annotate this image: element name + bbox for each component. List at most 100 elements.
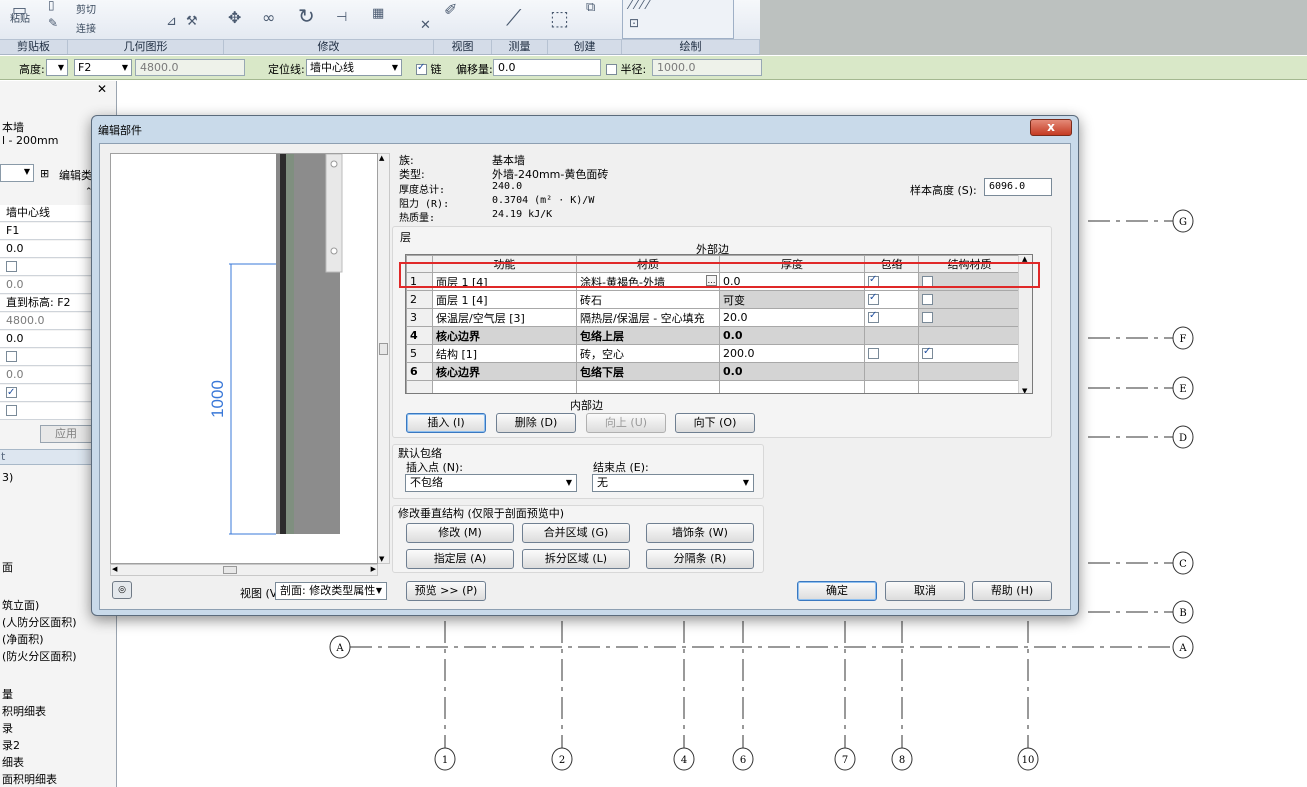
- layer-wraps-cell[interactable]: [864, 344, 919, 363]
- browser-item[interactable]: 3): [2, 471, 13, 484]
- copy-element-icon[interactable]: ∞: [262, 8, 275, 27]
- table-row[interactable]: 1 面层 1 [4] 涂料-黄褐色-外墙 … 0.0: [406, 272, 1021, 291]
- offset-input[interactable]: 0.0: [493, 59, 601, 76]
- layer-structural-cell[interactable]: [918, 308, 1021, 327]
- radius-checkbox-wrap[interactable]: 半径:: [606, 61, 646, 77]
- prop-attached-bottom[interactable]: [0, 259, 92, 276]
- browser-item[interactable]: 录: [2, 720, 13, 736]
- browser-item[interactable]: 录2: [2, 737, 20, 753]
- scroll-left-icon[interactable]: ◀: [112, 565, 117, 573]
- move-up-button[interactable]: 向上 (U): [586, 413, 666, 433]
- browser-item[interactable]: (防火分区面积): [2, 648, 77, 664]
- browser-item[interactable]: (净面积): [2, 631, 44, 647]
- cope-icon[interactable]: ⊿: [166, 14, 177, 29]
- row-number[interactable]: 1: [406, 272, 433, 291]
- radius-checkbox[interactable]: [606, 64, 617, 75]
- insert-button[interactable]: 插入 (I): [406, 413, 486, 433]
- height-value-input[interactable]: 4800.0: [135, 59, 245, 76]
- layer-structural-cell[interactable]: [918, 272, 1021, 291]
- chain-checkbox-wrap[interactable]: 链: [416, 61, 442, 77]
- prop-top-extension[interactable]: 0.0: [0, 367, 92, 384]
- preview-nav-icon[interactable]: [330, 247, 338, 255]
- layer-material-cell[interactable]: 砖，空心: [576, 344, 720, 363]
- row-number[interactable]: 4: [406, 326, 433, 345]
- preview-vertical-scrollbar[interactable]: ▲ ▼: [378, 153, 390, 564]
- layer-material-cell[interactable]: 涂料-黄褐色-外墙…: [576, 272, 720, 291]
- attached-top-checkbox[interactable]: [6, 351, 17, 362]
- layer-structural-cell[interactable]: [918, 290, 1021, 309]
- wraps-checkbox[interactable]: [868, 292, 879, 305]
- chain-checkbox[interactable]: [416, 62, 427, 75]
- delete-element-icon[interactable]: ✕: [420, 18, 431, 33]
- layers-scrollbar[interactable]: ▲ ▼: [1018, 255, 1032, 393]
- related-mass-checkbox[interactable]: [6, 405, 17, 416]
- delete-button[interactable]: 删除 (D): [496, 413, 576, 433]
- height-mode-dropdown[interactable]: ▼: [46, 59, 68, 76]
- browser-item[interactable]: 量: [2, 686, 13, 702]
- wraps-checkbox[interactable]: [868, 274, 879, 287]
- browser-item[interactable]: (人防分区面积): [2, 614, 77, 630]
- prop-base-extension[interactable]: 0.0: [0, 277, 92, 294]
- reveals-button[interactable]: 分隔条 (R): [646, 549, 754, 569]
- ok-button[interactable]: 确定: [797, 581, 877, 601]
- radius-input[interactable]: 1000.0: [652, 59, 762, 76]
- row-number[interactable]: 6: [406, 362, 433, 381]
- join-label[interactable]: 连接: [76, 20, 96, 35]
- help-button[interactable]: 帮助 (H): [972, 581, 1052, 601]
- browser-item[interactable]: 面: [2, 559, 13, 575]
- insert-point-dropdown[interactable]: 不包络 ▼: [405, 474, 577, 492]
- scroll-thumb[interactable]: [223, 566, 237, 574]
- match-icon[interactable]: ✎: [48, 16, 58, 30]
- prop-location-line[interactable]: 墙中心线: [0, 205, 92, 222]
- prop-base-offset[interactable]: 0.0: [0, 241, 92, 258]
- scroll-down-icon[interactable]: ▼: [379, 555, 384, 563]
- layer-thickness-cell[interactable]: 0.0: [719, 362, 865, 381]
- browser-item[interactable]: 积明细表: [2, 703, 46, 719]
- structural-checkbox[interactable]: [922, 346, 933, 359]
- scroll-down-icon[interactable]: ▼: [1022, 387, 1027, 393]
- pick-lines-icon[interactable]: ⊡: [629, 16, 639, 30]
- merge-regions-button[interactable]: 合并区域 (G): [522, 523, 630, 543]
- apply-button[interactable]: 应用: [40, 425, 92, 443]
- browser-item[interactable]: 筑立面): [2, 597, 39, 613]
- view-dropdown[interactable]: 剖面: 修改类型属性 ▼: [275, 582, 387, 600]
- close-icon[interactable]: ✕: [97, 82, 107, 96]
- layer-thickness-cell[interactable]: 可变: [719, 290, 865, 309]
- trim-icon[interactable]: ⊣: [336, 10, 347, 25]
- dialog-close-button[interactable]: x: [1030, 119, 1072, 136]
- paste-label[interactable]: 粘贴: [10, 10, 30, 25]
- table-row[interactable]: 3 保温层/空气层 [3] 隔热层/保温层 - 空心填充 20.0: [406, 308, 1021, 327]
- scroll-thumb[interactable]: [379, 343, 388, 355]
- copy-icon[interactable]: ▯: [48, 0, 55, 12]
- structural-checkbox[interactable]: [922, 312, 933, 323]
- move-icon[interactable]: ✥: [228, 8, 241, 27]
- layer-function-cell[interactable]: 面层 1 [4]: [432, 272, 577, 291]
- layer-thickness-cell[interactable]: 200.0: [719, 344, 865, 363]
- layer-wraps-cell[interactable]: [864, 290, 919, 309]
- row-number[interactable]: 3: [406, 308, 433, 327]
- layer-thickness-cell[interactable]: 0.0: [719, 326, 865, 345]
- scroll-right-icon[interactable]: ▶: [371, 565, 376, 573]
- prop-related-mass[interactable]: [0, 403, 92, 420]
- layer-material-cell[interactable]: 隔热层/保温层 - 空心填充: [576, 308, 720, 327]
- table-row[interactable]: 5 结构 [1] 砖，空心 200.0: [406, 344, 1021, 363]
- layer-function-cell[interactable]: 核心边界: [432, 362, 577, 381]
- type-selector-dropdown[interactable]: ▼: [0, 164, 34, 182]
- edit-type-icon[interactable]: ⊞: [40, 167, 49, 180]
- row-number[interactable]: 5: [406, 344, 433, 363]
- layer-function-cell[interactable]: 保温层/空气层 [3]: [432, 308, 577, 327]
- assign-layers-button[interactable]: 指定层 (A): [406, 549, 514, 569]
- scroll-up-icon[interactable]: ▲: [1022, 255, 1027, 263]
- wraps-checkbox[interactable]: [868, 310, 879, 323]
- prop-top-offset[interactable]: 0.0: [0, 331, 92, 348]
- cancel-button[interactable]: 取消: [885, 581, 965, 601]
- prop-attached-top[interactable]: [0, 349, 92, 366]
- layer-function-cell[interactable]: 核心边界: [432, 326, 577, 345]
- prop-unconnected-height[interactable]: 4800.0: [0, 313, 92, 330]
- preview-toggle-button[interactable]: 预览 >> (P): [406, 581, 486, 601]
- preview-2d-icon[interactable]: ◎: [112, 581, 132, 599]
- wall-join-icon[interactable]: ⚒: [186, 14, 198, 29]
- modify-button[interactable]: 修改 (M): [406, 523, 514, 543]
- layer-wraps-cell[interactable]: [864, 308, 919, 327]
- scroll-up-icon[interactable]: ▲: [379, 154, 384, 162]
